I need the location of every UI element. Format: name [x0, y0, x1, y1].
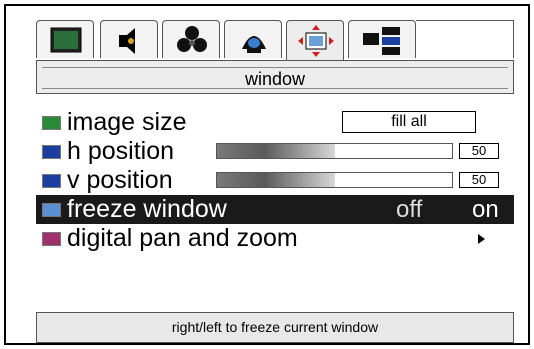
tab-color[interactable]	[162, 20, 220, 58]
lamp-icon	[242, 36, 266, 53]
menu-item-label: v position	[67, 166, 173, 194]
menu-item-label: image size	[67, 108, 187, 136]
menu-item-h-position[interactable]: h position 50	[36, 137, 514, 166]
slider-fill	[217, 173, 335, 187]
h-position-icon	[42, 145, 61, 159]
image-size-value[interactable]: fill all	[342, 111, 476, 133]
menu-item-freeze-window[interactable]: freeze window off on	[36, 195, 514, 224]
v-position-slider[interactable]	[216, 172, 453, 188]
menu-item-label: h position	[67, 137, 175, 165]
slider-fill	[217, 144, 335, 158]
menu-item-label: freeze window	[67, 195, 227, 223]
v-position-value: 50	[459, 172, 499, 188]
freeze-window-icon	[42, 203, 61, 217]
tab-audio[interactable]	[100, 20, 158, 58]
menu-item-v-position[interactable]: v position 50	[36, 166, 514, 195]
color-dots-icon	[177, 26, 207, 52]
menu-item-digital-pan-zoom[interactable]: digital pan and zoom	[36, 224, 514, 253]
freeze-option-on[interactable]: on	[472, 196, 499, 223]
freeze-option-off[interactable]: off	[396, 196, 422, 223]
pan-zoom-icon	[42, 232, 61, 246]
tab-display[interactable]	[36, 20, 94, 58]
tab-setup[interactable]	[348, 20, 416, 58]
submenu-arrow-icon	[478, 234, 485, 244]
tab-bar	[36, 20, 514, 61]
menu-item-image-size[interactable]: image size fill all	[36, 108, 514, 137]
h-position-slider[interactable]	[216, 143, 453, 159]
section-title-bar: window	[36, 60, 514, 94]
monitor-icon	[50, 27, 82, 53]
window-move-icon	[298, 25, 334, 57]
speaker-icon	[119, 28, 135, 54]
page-title: window	[244, 69, 306, 89]
window-menu: image size fill all h position 50 v posi…	[36, 108, 514, 253]
setup-panels-icon	[363, 27, 400, 55]
tab-lamp[interactable]	[224, 20, 282, 58]
menu-item-label: digital pan and zoom	[67, 224, 298, 252]
status-hint: right/left to freeze current window	[36, 312, 514, 343]
h-position-value: 50	[459, 143, 499, 159]
tab-window[interactable]	[286, 20, 344, 61]
tab-bar-filler	[416, 20, 514, 58]
image-size-icon	[42, 116, 61, 130]
v-position-icon	[42, 174, 61, 188]
